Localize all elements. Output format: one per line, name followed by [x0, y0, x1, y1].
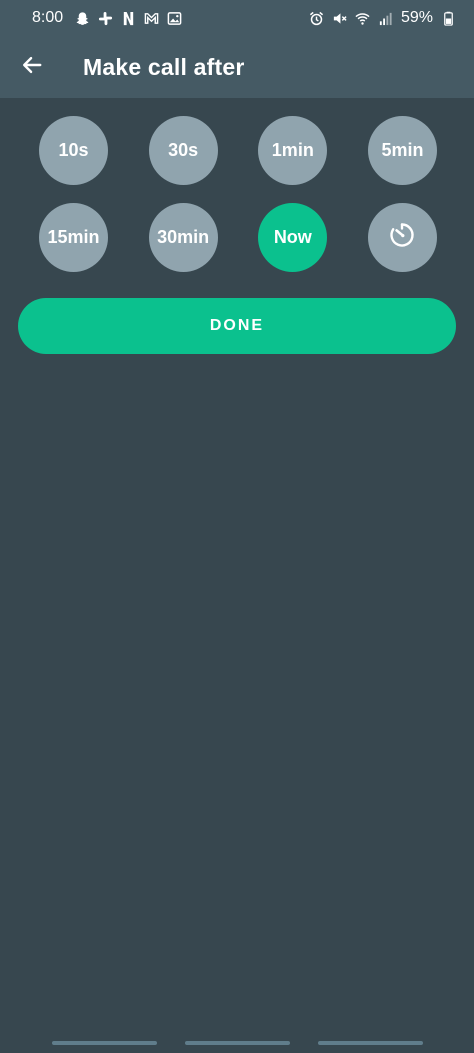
system-nav-bar: [0, 1041, 474, 1047]
alarm-icon: [309, 10, 325, 26]
option-15min[interactable]: 15min: [39, 203, 108, 272]
battery-icon: [440, 10, 456, 26]
status-left: 8:00: [32, 9, 182, 27]
option-1min[interactable]: 1min: [258, 116, 328, 185]
status-bar: 8:00 59%: [0, 0, 474, 36]
nav-recents-indicator[interactable]: [51, 1041, 157, 1045]
back-button[interactable]: [0, 36, 64, 98]
nav-home-indicator[interactable]: [184, 1041, 290, 1045]
battery-percent: 59%: [400, 9, 433, 26]
signal-icon: [378, 10, 394, 26]
option-5min[interactable]: 5min: [367, 116, 437, 185]
snapchat-icon: [74, 10, 90, 26]
status-time: 8:00: [32, 9, 64, 26]
done-button[interactable]: DONE: [18, 298, 456, 354]
app-bar: Make call after: [0, 36, 474, 98]
status-right: 59%: [309, 9, 456, 27]
netflix-icon: [120, 10, 136, 26]
slack-icon: [97, 10, 113, 26]
options-row-2: 15min 30min Now: [39, 203, 437, 272]
option-10s[interactable]: 10s: [39, 116, 108, 185]
timer-icon: [388, 221, 416, 254]
delay-options-grid: 10s 30s 1min 5min 15min 30min Now: [39, 116, 437, 290]
option-30s[interactable]: 30s: [148, 116, 218, 185]
mute-icon: [332, 10, 348, 26]
wifi-icon: [355, 10, 371, 26]
gmail-icon: [143, 10, 159, 26]
gallery-icon: [166, 10, 182, 26]
option-30min[interactable]: 30min: [148, 203, 218, 272]
page-title: Make call after: [83, 53, 245, 80]
nav-back-indicator[interactable]: [317, 1041, 423, 1045]
options-row-1: 10s 30s 1min 5min: [39, 116, 437, 185]
arrow-left-icon: [21, 54, 43, 81]
option-now[interactable]: Now: [258, 203, 328, 272]
option-custom-timer[interactable]: [367, 203, 437, 272]
